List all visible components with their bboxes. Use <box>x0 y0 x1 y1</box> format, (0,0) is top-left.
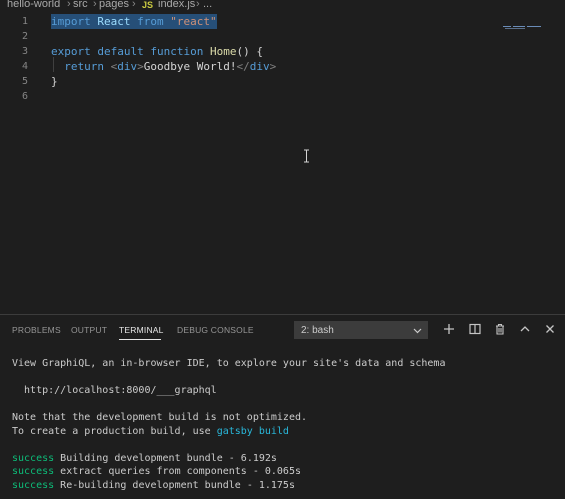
code-token: Goodbye World! <box>143 60 237 73</box>
chevron-right-icon: › <box>93 0 97 10</box>
terminal-text: extract queries from components - 0.065s <box>54 466 301 477</box>
active-tab-indicator <box>119 339 161 340</box>
code-token: import <box>51 15 91 28</box>
code-line[interactable]: 5} <box>0 74 565 89</box>
terminal-text: View GraphiQL, an in-browser IDE, to exp… <box>12 358 446 369</box>
code-text: import React from "react" <box>51 14 217 29</box>
code-token: div <box>117 60 138 73</box>
terminal-text: Building development bundle - 6.192s <box>54 452 277 464</box>
code-token: Home <box>209 45 237 58</box>
code-text: return <div>Goodbye World!</div> <box>51 59 276 74</box>
code-text: } <box>51 74 58 89</box>
chevron-up-icon[interactable] <box>518 322 532 336</box>
code-token: () { <box>236 45 263 58</box>
terminal-line: success Re-building development bundle -… <box>12 479 295 492</box>
line-number: 2 <box>21 31 28 42</box>
split-terminal-icon[interactable] <box>468 322 482 336</box>
trash-icon[interactable] <box>493 322 507 336</box>
terminal-output[interactable]: View GraphiQL, an in-browser IDE, to exp… <box>0 345 565 499</box>
chevron-down-icon <box>413 328 422 334</box>
tab-output[interactable]: OUTPUT <box>71 325 107 335</box>
bottom-panel: PROBLEMS OUTPUT TERMINAL DEBUG CONSOLE 2… <box>0 314 565 499</box>
terminal-line: http://localhost:8000/___graphql <box>12 384 217 397</box>
code-text: export default function Home() { <box>51 44 263 59</box>
terminal-text: Note that the development build is not o… <box>12 412 308 423</box>
success-label: success <box>12 466 55 477</box>
code-token: return <box>51 60 111 73</box>
command-text: gatsby build <box>216 425 289 437</box>
minimap[interactable] <box>503 25 543 30</box>
code-token: React <box>90 15 138 28</box>
code-line[interactable]: 3 export default function Home() { <box>0 44 565 59</box>
code-line[interactable]: 1 import React from "react" <box>0 14 565 29</box>
code-token: default <box>97 45 144 58</box>
code-token: > <box>137 60 144 73</box>
chevron-right-icon: › <box>67 0 71 10</box>
close-icon[interactable] <box>543 322 557 336</box>
code-token: "react" <box>170 15 217 28</box>
line-number: 5 <box>21 76 28 87</box>
code-line[interactable]: 6 <box>0 89 565 104</box>
code-line[interactable]: 2 <box>0 29 565 44</box>
terminal-line: success Building development bundle - 6.… <box>12 452 277 465</box>
code-token: div <box>249 60 270 73</box>
chevron-right-icon: › <box>132 0 136 10</box>
tab-terminal[interactable]: TERMINAL <box>119 325 164 335</box>
terminal-line: View GraphiQL, an in-browser IDE, to exp… <box>12 357 445 370</box>
code-token: export <box>51 45 91 58</box>
chevron-right-icon: › <box>196 0 200 10</box>
code-token: function <box>150 45 204 58</box>
javascript-file-icon: JS <box>142 0 154 10</box>
add-terminal-icon[interactable] <box>442 322 456 336</box>
terminal-line: success extract queries from components … <box>12 465 301 478</box>
text-cursor-icon <box>304 149 309 163</box>
line-number: 6 <box>21 91 28 102</box>
panel-tabs: PROBLEMS OUTPUT TERMINAL DEBUG CONSOLE 2… <box>0 315 565 345</box>
indent-guide <box>53 57 54 72</box>
terminal-select[interactable]: 2: bash <box>294 321 428 339</box>
code-line[interactable]: 4 return <div>Goodbye World!</div> <box>0 59 565 74</box>
terminal-line: Note that the development build is not o… <box>12 411 307 424</box>
breadcrumb-item-more[interactable]: ... <box>203 0 212 10</box>
terminal-text: To create a production build, use <box>12 425 217 437</box>
code-editor[interactable]: 1 import React from "react" 2 3 export defau… <box>0 12 565 314</box>
terminal-line: To create a production build, use gatsby… <box>12 425 289 438</box>
breadcrumb-item-src[interactable]: src <box>73 0 88 10</box>
terminal-text: Re-building development bundle - 1.175s <box>54 479 295 491</box>
breadcrumb-item-file[interactable]: index.js <box>158 0 195 10</box>
line-number: 4 <box>21 61 28 72</box>
tab-debug-console[interactable]: DEBUG CONSOLE <box>177 325 254 335</box>
code-token: } <box>51 75 58 88</box>
tab-problems[interactable]: PROBLEMS <box>12 325 61 335</box>
line-number: 3 <box>21 46 28 57</box>
code-token: > <box>269 60 277 73</box>
breadcrumb: hello-world › src › pages › JS index.js … <box>0 0 565 12</box>
line-number: 1 <box>21 16 28 27</box>
breadcrumb-item-pages[interactable]: pages <box>99 0 129 10</box>
terminal-text: http://localhost:8000/___graphql <box>12 385 217 396</box>
code-token: </ <box>236 60 250 73</box>
terminal-select-value: 2: bash <box>301 325 334 336</box>
code-token: from <box>137 15 164 28</box>
breadcrumb-item-hello-world[interactable]: hello-world <box>7 0 60 10</box>
success-label: success <box>12 452 55 464</box>
success-label: success <box>12 479 55 491</box>
